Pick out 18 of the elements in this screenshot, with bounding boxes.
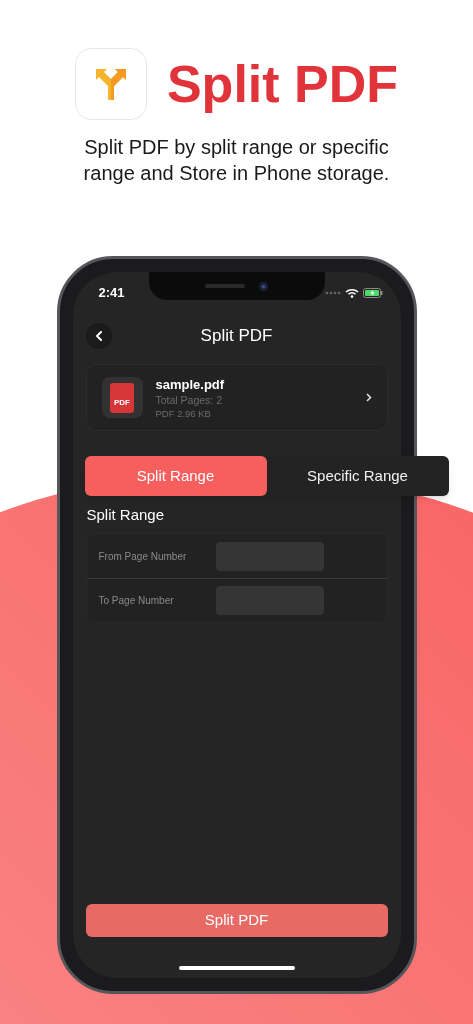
screen-title: Split PDF	[200, 325, 273, 348]
file-name: sample.pdf	[155, 375, 226, 393]
chevron-right-icon	[365, 393, 372, 402]
file-info: PDF 2.96 KB	[155, 407, 212, 420]
field-label: From Page Number	[98, 549, 188, 564]
tab[interactable]: Specific Range	[266, 456, 449, 496]
section-title: Split Range	[86, 505, 166, 525]
page-count: Total Pages: 2	[155, 392, 224, 408]
battery-icon	[362, 288, 383, 298]
file-card[interactable]: PDF sample.pdf Total Pages: 2 PDF 2.96 KB	[85, 364, 388, 431]
pdf-file-icon: PDF	[110, 382, 134, 413]
field-label: To Page Number	[98, 594, 175, 608]
app-description: Split PDF by split range or specific range and Store in Phone storage.	[82, 135, 391, 186]
wifi-icon	[344, 288, 359, 298]
camera-icon	[259, 281, 268, 291]
back-icon	[94, 331, 103, 341]
status-time: 2:41	[98, 284, 125, 303]
signal-icon	[324, 291, 341, 295]
